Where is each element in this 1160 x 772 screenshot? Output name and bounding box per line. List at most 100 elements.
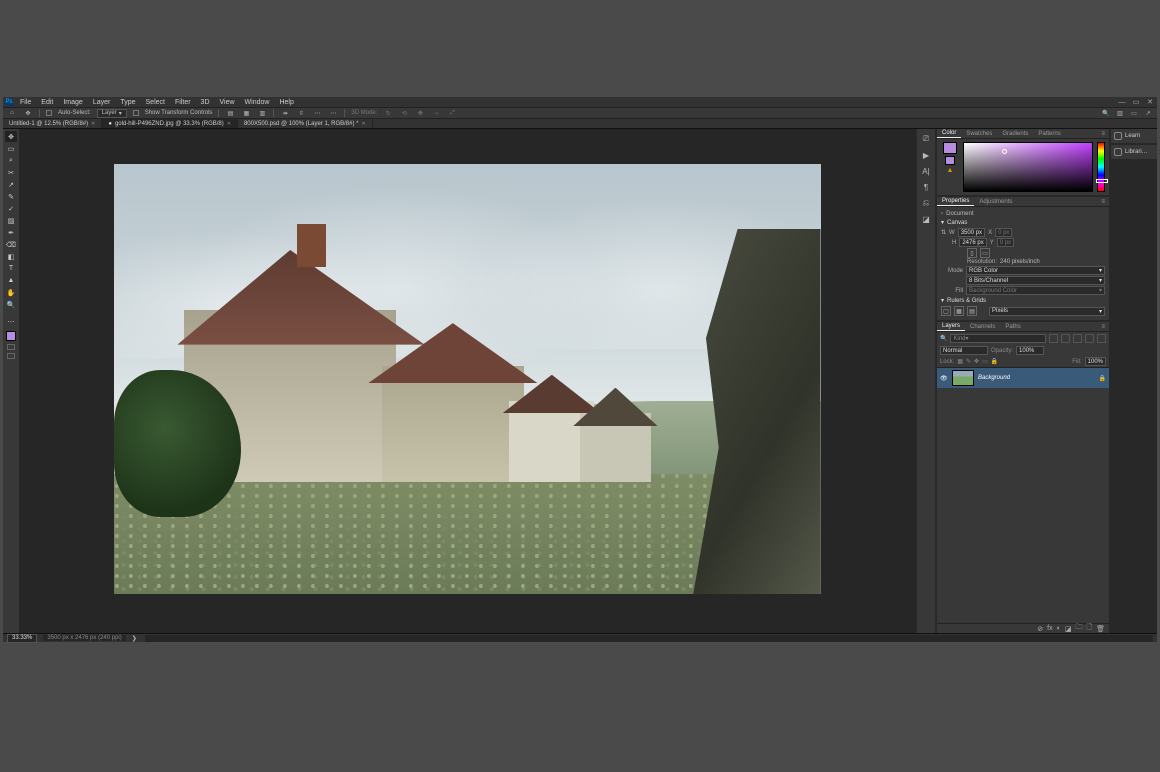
brush-tool-icon[interactable]: ▨ bbox=[5, 215, 17, 226]
section-rulers-grids[interactable]: ▾Rulers & Grids bbox=[941, 297, 1105, 304]
link-wh-icon[interactable]: ⇅ bbox=[941, 229, 946, 236]
orientation-landscape-button[interactable]: ▭ bbox=[980, 248, 990, 258]
screenmode-icon[interactable] bbox=[7, 353, 15, 359]
align-more-icon[interactable]: ⋯ bbox=[312, 109, 322, 117]
bit-depth-dropdown[interactable]: 8 Bits/Channel▾ bbox=[966, 276, 1105, 285]
overflow-icon[interactable]: ⋯ bbox=[328, 109, 338, 117]
3d-scale-icon[interactable]: ⤢ bbox=[447, 109, 457, 117]
zoom-tool-icon[interactable]: 🔍 bbox=[5, 299, 17, 310]
layer-mask-icon[interactable]: ◐ bbox=[1057, 625, 1061, 632]
doc-info[interactable]: 3500 px x 2476 px (240 ppi) bbox=[43, 635, 125, 641]
width-field[interactable]: 3500 px bbox=[958, 228, 985, 237]
window-minimize-button[interactable]: — bbox=[1117, 99, 1127, 106]
lock-position-icon[interactable]: ✥ bbox=[974, 358, 979, 365]
libraries-panel-button[interactable]: Librari… bbox=[1111, 145, 1157, 159]
lock-transparency-icon[interactable]: ▦ bbox=[957, 358, 963, 365]
clone-tool-icon[interactable]: ✒ bbox=[5, 227, 17, 238]
workspace-icon[interactable]: ▥ bbox=[1115, 109, 1125, 117]
filter-type-icon[interactable] bbox=[1073, 334, 1082, 343]
background-color[interactable] bbox=[945, 156, 955, 165]
distribute-v-icon[interactable]: ⇳ bbox=[296, 109, 306, 117]
tab-gradients[interactable]: Gradients bbox=[997, 129, 1033, 138]
visibility-toggle-icon[interactable]: 👁 bbox=[940, 375, 948, 382]
color-mode-dropdown[interactable]: RGB Color▾ bbox=[966, 266, 1105, 275]
glyphs-panel-icon[interactable]: ⎌ bbox=[920, 197, 932, 209]
filter-kind-icon[interactable]: 🔍 bbox=[940, 335, 947, 342]
units-dropdown[interactable]: Pixels▾ bbox=[989, 307, 1105, 316]
paragraph-panel-icon[interactable]: ¶ bbox=[920, 181, 932, 193]
share-icon[interactable]: ↗ bbox=[1143, 109, 1153, 117]
lock-artboard-icon[interactable]: ▭ bbox=[982, 358, 988, 365]
hand-tool-icon[interactable]: ✋ bbox=[5, 287, 17, 298]
frame-icon[interactable]: ▭ bbox=[1129, 109, 1139, 117]
menu-window[interactable]: Window bbox=[242, 99, 273, 106]
3d-roll-icon[interactable]: ⟲ bbox=[399, 109, 409, 117]
layer-thumbnail[interactable] bbox=[952, 370, 974, 386]
lock-pixels-icon[interactable]: ✎ bbox=[966, 358, 971, 365]
layer-name[interactable]: Background bbox=[978, 375, 1010, 381]
panel-menu-icon[interactable]: ≡ bbox=[1097, 131, 1109, 137]
history-panel-icon[interactable]: ⎚ bbox=[920, 133, 932, 145]
tab-properties[interactable]: Properties bbox=[937, 197, 974, 206]
window-close-button[interactable]: ✕ bbox=[1145, 98, 1155, 106]
document-tab[interactable]: ● gold-hill-P496ZND.jpg @ 33.3% (RGB/8) … bbox=[102, 119, 238, 128]
delete-layer-icon[interactable]: 🗑 bbox=[1096, 625, 1105, 633]
adjustment-layer-icon[interactable]: ◪ bbox=[1065, 625, 1072, 633]
link-layers-icon[interactable]: ⊘ bbox=[1037, 625, 1043, 633]
foreground-color-swatch[interactable] bbox=[6, 331, 16, 341]
panel-menu-icon[interactable]: ≡ bbox=[1097, 324, 1109, 330]
tab-adjustments[interactable]: Adjustments bbox=[974, 197, 1017, 206]
lock-all-icon[interactable]: 🔒 bbox=[991, 358, 998, 365]
y-field[interactable]: 0 px bbox=[997, 238, 1014, 247]
chevron-right-icon[interactable]: ❯ bbox=[132, 635, 137, 642]
3d-slide-icon[interactable]: ↔ bbox=[431, 109, 441, 117]
hue-slider-thumb[interactable] bbox=[1097, 180, 1107, 182]
filter-smart-icon[interactable] bbox=[1097, 334, 1106, 343]
crop-tool-icon[interactable]: ↗ bbox=[5, 179, 17, 190]
color-field[interactable] bbox=[963, 142, 1093, 192]
3d-orbit-icon[interactable]: ↻ bbox=[383, 109, 393, 117]
home-icon[interactable]: ⌂ bbox=[7, 109, 17, 117]
lasso-tool-icon[interactable]: ⌕ bbox=[5, 155, 17, 166]
document-tab[interactable]: 800X500.psd @ 100% (Layer 1, RGB/8#) * ✕ bbox=[238, 119, 373, 128]
zoom-field[interactable]: 33.33% bbox=[7, 634, 37, 643]
filter-kind-dropdown[interactable]: Kind ▾ bbox=[950, 334, 1046, 343]
tab-paths[interactable]: Paths bbox=[1000, 322, 1025, 331]
hue-slider[interactable] bbox=[1097, 142, 1105, 192]
fill-field[interactable]: 100% bbox=[1085, 357, 1106, 366]
x-field[interactable]: 0 px bbox=[995, 228, 1012, 237]
tab-patterns[interactable]: Patterns bbox=[1033, 129, 1065, 138]
close-tab-icon[interactable]: ✕ bbox=[91, 121, 95, 127]
learn-panel-button[interactable]: Learn bbox=[1111, 129, 1157, 143]
canvas-viewport[interactable] bbox=[19, 129, 915, 633]
rulers-toggle-icon[interactable]: ▢ bbox=[941, 306, 951, 316]
menu-image[interactable]: Image bbox=[60, 99, 85, 106]
menu-edit[interactable]: Edit bbox=[38, 99, 56, 106]
tab-layers[interactable]: Layers bbox=[937, 322, 965, 331]
close-tab-icon[interactable]: ✕ bbox=[227, 121, 231, 127]
type-tool-icon[interactable]: T bbox=[5, 263, 17, 274]
3d-panel-icon[interactable]: ◪ bbox=[920, 213, 932, 225]
eraser-tool-icon[interactable]: ⌫ bbox=[5, 239, 17, 250]
search-icon[interactable]: 🔍 bbox=[1101, 109, 1111, 117]
auto-select-dropdown[interactable]: Layer ▾ bbox=[97, 109, 127, 118]
menu-view[interactable]: View bbox=[217, 99, 238, 106]
opacity-field[interactable]: 100% bbox=[1016, 346, 1044, 355]
height-field[interactable]: 2476 px bbox=[959, 238, 986, 247]
move-tool-icon[interactable]: ✥ bbox=[23, 109, 33, 117]
section-canvas[interactable]: ▾Canvas bbox=[941, 219, 1105, 226]
menu-select[interactable]: Select bbox=[143, 99, 168, 106]
marquee-tool-icon[interactable]: ▭ bbox=[5, 143, 17, 154]
gradient-tool-icon[interactable]: ◧ bbox=[5, 251, 17, 262]
window-maximize-button[interactable]: ▭ bbox=[1131, 98, 1141, 106]
foreground-color[interactable] bbox=[943, 142, 957, 154]
healing-tool-icon[interactable]: ✓ bbox=[5, 203, 17, 214]
close-tab-icon[interactable]: ✕ bbox=[361, 121, 365, 127]
more-tools-icon[interactable]: ⋯ bbox=[5, 316, 17, 327]
filter-pixel-icon[interactable] bbox=[1049, 334, 1058, 343]
fill-dropdown[interactable]: Background Color▾ bbox=[966, 286, 1105, 295]
auto-select-checkbox[interactable] bbox=[46, 110, 52, 116]
menu-3d[interactable]: 3D bbox=[198, 99, 213, 106]
quickmask-icon[interactable] bbox=[7, 344, 15, 350]
tab-swatches[interactable]: Swatches bbox=[961, 129, 997, 138]
